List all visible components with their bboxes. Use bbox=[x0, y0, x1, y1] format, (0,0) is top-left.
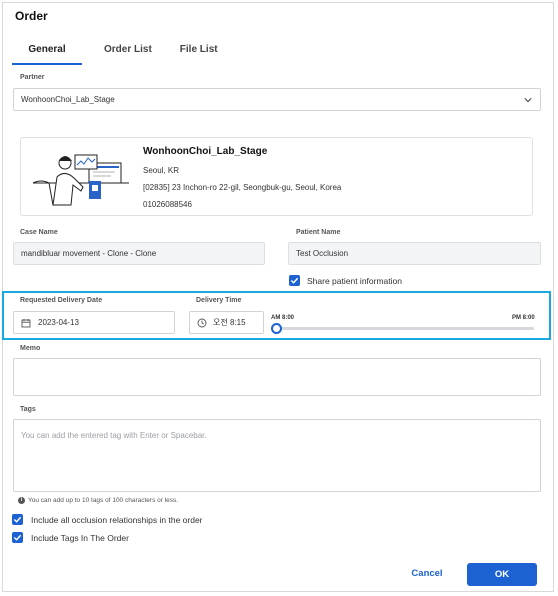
checkmark-icon bbox=[13, 516, 22, 523]
lab-illustration-icon bbox=[32, 154, 129, 206]
tags-label: Tags bbox=[20, 406, 36, 413]
partner-select[interactable]: WonhoonChoi_Lab_Stage bbox=[13, 88, 541, 111]
tags-hint: i You can add up to 10 tags of 100 chara… bbox=[18, 497, 178, 504]
tab-order-list[interactable]: Order List bbox=[90, 41, 166, 65]
tags-placeholder: You can add the entered tag with Enter o… bbox=[21, 431, 207, 440]
partner-label: Partner bbox=[20, 74, 45, 81]
memo-label: Memo bbox=[20, 345, 41, 352]
delivery-time-picker[interactable]: 오전 8:15 bbox=[189, 311, 264, 334]
checkmark-icon bbox=[290, 277, 299, 284]
chevron-down-icon bbox=[524, 98, 532, 103]
info-icon: i bbox=[18, 497, 25, 504]
include-occlusion-checkbox[interactable] bbox=[12, 514, 23, 525]
patient-name-field[interactable]: Test Occlusion bbox=[288, 242, 541, 265]
partner-card-name: WonhoonChoi_Lab_Stage bbox=[143, 146, 268, 157]
delivery-time-value: 오전 8:15 bbox=[213, 318, 246, 327]
case-name-value: mandibluar movement - Clone - Clone bbox=[21, 249, 157, 258]
delivery-date-value: 2023-04-13 bbox=[38, 318, 79, 327]
tags-input[interactable]: You can add the entered tag with Enter o… bbox=[13, 419, 541, 492]
case-name-field[interactable]: mandibluar movement - Clone - Clone bbox=[13, 242, 265, 265]
partner-card-phone: 01026088546 bbox=[143, 200, 192, 209]
partner-card-city: Seoul, KR bbox=[143, 166, 180, 175]
case-name-label: Case Name bbox=[20, 229, 58, 236]
patient-name-label: Patient Name bbox=[296, 229, 341, 236]
slider-min-label: AM 8:00 bbox=[271, 315, 295, 321]
patient-name-value: Test Occlusion bbox=[296, 249, 349, 258]
calendar-icon bbox=[21, 318, 31, 327]
tab-general[interactable]: General bbox=[12, 41, 82, 65]
include-tags-checkbox[interactable] bbox=[12, 532, 23, 543]
memo-textarea[interactable] bbox=[13, 358, 541, 396]
checkmark-icon bbox=[13, 534, 22, 541]
slider-max-label: PM 8:00 bbox=[512, 315, 535, 321]
delivery-date-label: Requested Delivery Date bbox=[20, 297, 103, 304]
tags-hint-text: You can add up to 10 tags of 100 charact… bbox=[28, 497, 179, 504]
include-tags-label: Include Tags In The Order bbox=[31, 533, 129, 543]
share-patient-label: Share patient information bbox=[307, 276, 402, 286]
ok-button[interactable]: OK bbox=[467, 563, 537, 586]
tab-file-list[interactable]: File List bbox=[166, 41, 232, 65]
cancel-button[interactable]: Cancel bbox=[403, 565, 451, 583]
delivery-time-slider-track[interactable] bbox=[271, 327, 534, 330]
partner-card: WonhoonChoi_Lab_Stage Seoul, KR [02835] … bbox=[20, 137, 533, 216]
partner-card-address: [02835] 23 Inchon-ro 22-gil, Seongbuk-gu… bbox=[143, 183, 342, 192]
partner-select-value: WonhoonChoi_Lab_Stage bbox=[21, 95, 115, 104]
delivery-time-label: Delivery Time bbox=[196, 297, 242, 304]
delivery-date-picker[interactable]: 2023-04-13 bbox=[13, 311, 175, 334]
share-patient-checkbox[interactable] bbox=[289, 275, 300, 286]
include-occlusion-label: Include all occlusion relationships in t… bbox=[31, 515, 203, 525]
tab-bar: General Order List File List bbox=[12, 41, 232, 65]
clock-icon bbox=[197, 318, 207, 327]
dialog-title: Order bbox=[15, 9, 48, 23]
